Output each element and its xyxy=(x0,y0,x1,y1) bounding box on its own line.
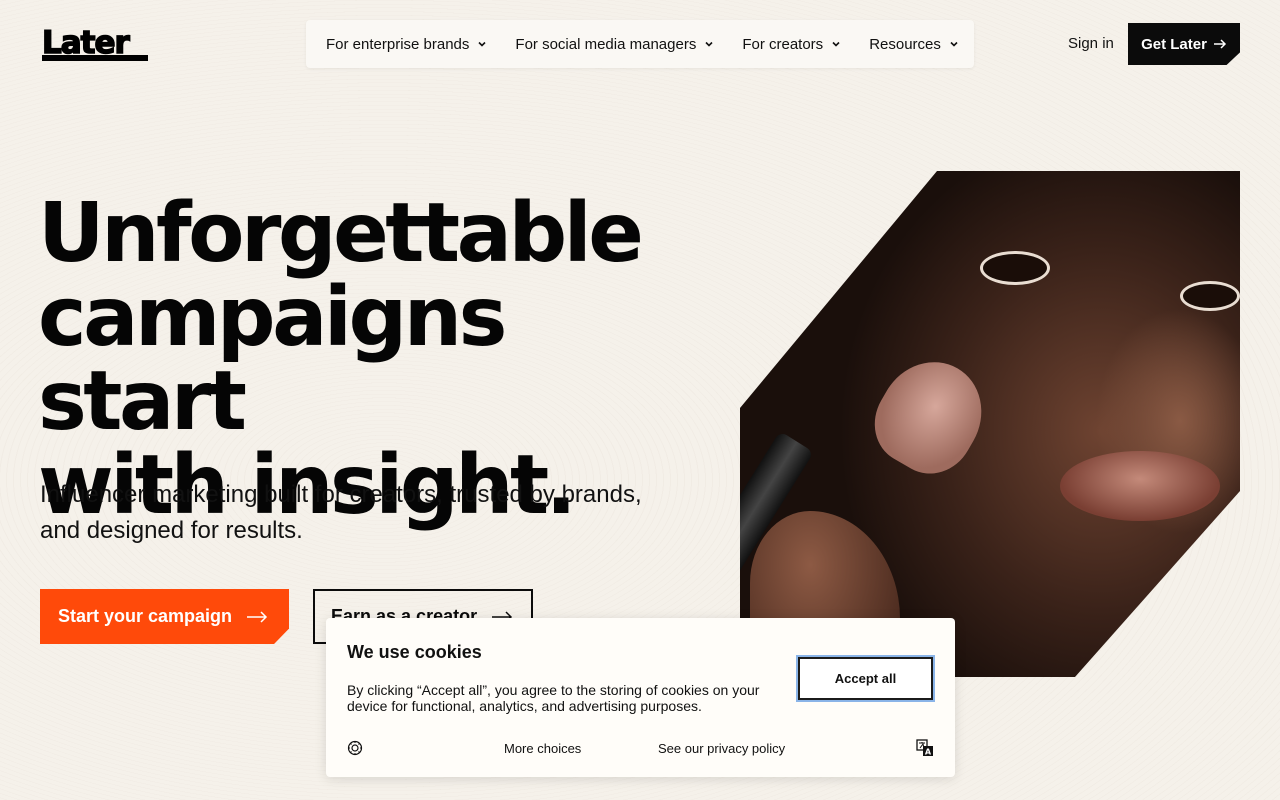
nav-item-label: For social media managers xyxy=(515,35,697,53)
eye-shape xyxy=(1180,281,1240,311)
cookie-title: We use cookies xyxy=(347,642,482,662)
nav-item-resources[interactable]: Resources xyxy=(869,36,959,53)
get-later-button[interactable]: Get Later xyxy=(1128,23,1240,65)
headline-line: Unforgettable xyxy=(38,186,644,281)
start-campaign-label: Start your campaign xyxy=(58,606,233,626)
cookie-text: By clicking “Accept all”, you agree to t… xyxy=(347,682,760,714)
arrow-right-icon xyxy=(247,610,268,623)
hero-subheadline: Influencer marketing built for creators,… xyxy=(40,481,642,544)
brush-bristles xyxy=(859,343,1001,489)
more-choices-link[interactable]: More choices xyxy=(504,741,581,756)
chevron-down-icon xyxy=(832,41,840,47)
chevron-down-icon xyxy=(705,41,713,47)
eye-shape xyxy=(980,251,1050,285)
language-icon[interactable]: A xyxy=(916,739,934,757)
nav-item-label: For creators xyxy=(742,35,824,53)
chevron-down-icon xyxy=(478,41,486,47)
lips-shape xyxy=(1060,451,1220,521)
cookie-banner: We use cookies By clicking “Accept all”,… xyxy=(326,618,955,777)
privacy-policy-link[interactable]: See our privacy policy xyxy=(658,741,785,756)
cookie-settings-icon[interactable] xyxy=(347,740,363,756)
start-campaign-button[interactable]: Start your campaign xyxy=(40,589,289,644)
later-logo[interactable]: Later xyxy=(40,27,150,63)
accept-all-button[interactable]: Accept all xyxy=(796,655,935,702)
nav-item-enterprise-brands[interactable]: For enterprise brands xyxy=(326,36,487,53)
svg-text:A: A xyxy=(925,748,932,757)
get-later-label: Get Later xyxy=(1141,35,1207,53)
main-nav: For enterprise brands For social media m… xyxy=(306,20,974,68)
headline-line: campaigns start xyxy=(38,270,507,449)
chevron-down-icon xyxy=(950,41,958,47)
logo-mark: Later xyxy=(41,27,148,62)
hero-image xyxy=(740,171,1240,677)
sign-in-link[interactable]: Sign in xyxy=(1068,35,1114,52)
nav-item-label: Resources xyxy=(869,35,941,53)
arrow-right-icon xyxy=(1213,39,1226,49)
nav-item-social-media-managers[interactable]: For social media managers xyxy=(515,36,714,53)
nav-item-label: For enterprise brands xyxy=(326,35,470,53)
nav-item-creators[interactable]: For creators xyxy=(742,36,841,53)
